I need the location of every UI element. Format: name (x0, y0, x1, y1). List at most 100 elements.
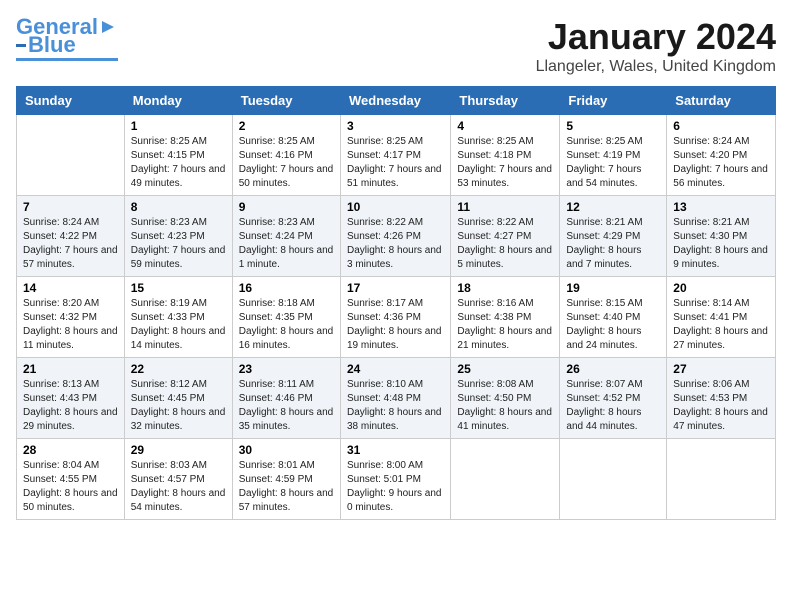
day-info: Sunrise: 8:17 AMSunset: 4:36 PMDaylight:… (347, 297, 444, 353)
day-info: Sunrise: 8:25 AMSunset: 4:18 PMDaylight:… (457, 135, 553, 191)
calendar-cell: 13Sunrise: 8:21 AMSunset: 4:30 PMDayligh… (667, 196, 776, 277)
day-info: Sunrise: 8:20 AMSunset: 4:32 PMDaylight:… (23, 297, 118, 353)
day-number: 14 (23, 281, 118, 295)
month-title: January 2024 (536, 16, 776, 58)
calendar-week-5: 28Sunrise: 8:04 AMSunset: 4:55 PMDayligh… (17, 439, 776, 520)
weekday-header-friday: Friday (560, 87, 667, 115)
calendar-cell (17, 115, 125, 196)
day-number: 1 (131, 119, 226, 133)
day-info: Sunrise: 8:06 AMSunset: 4:53 PMDaylight:… (673, 378, 769, 434)
calendar-cell: 9Sunrise: 8:23 AMSunset: 4:24 PMDaylight… (232, 196, 340, 277)
day-number: 19 (566, 281, 660, 295)
logo-underline (16, 58, 118, 61)
day-number: 3 (347, 119, 444, 133)
day-info: Sunrise: 8:21 AMSunset: 4:30 PMDaylight:… (673, 216, 769, 272)
day-info: Sunrise: 8:13 AMSunset: 4:43 PMDaylight:… (23, 378, 118, 434)
weekday-header-wednesday: Wednesday (340, 87, 450, 115)
calendar-cell: 26 Sunrise: 8:07 AMSunset: 4:52 PMDayligh… (560, 358, 667, 439)
weekday-header-thursday: Thursday (451, 87, 560, 115)
day-number: 2 (239, 119, 334, 133)
day-info: Sunrise: 8:18 AMSunset: 4:35 PMDaylight:… (239, 297, 334, 353)
calendar-cell: 2 Sunrise: 8:25 AMSunset: 4:16 PMDaylight… (232, 115, 340, 196)
calendar-cell: 10Sunrise: 8:22 AMSunset: 4:26 PMDayligh… (340, 196, 450, 277)
day-info: Sunrise: 8:15 AMSunset: 4:40 PMDaylight:… (566, 297, 660, 353)
calendar-cell: 31Sunrise: 8:00 AMSunset: 5:01 PMDayligh… (340, 439, 450, 520)
day-number: 23 (239, 362, 334, 376)
day-info: Sunrise: 8:11 AMSunset: 4:46 PMDaylight:… (239, 378, 334, 434)
day-info: Sunrise: 8:04 AMSunset: 4:55 PMDaylight:… (23, 459, 118, 515)
day-info: Sunrise: 8:24 AMSunset: 4:22 PMDaylight:… (23, 216, 118, 272)
day-info: Sunrise: 8:08 AMSunset: 4:50 PMDaylight:… (457, 378, 553, 434)
calendar-cell (667, 439, 776, 520)
calendar-cell: 1 Sunrise: 8:25 AMSunset: 4:15 PMDaylight… (124, 115, 232, 196)
day-number: 16 (239, 281, 334, 295)
calendar-cell: 4 Sunrise: 8:25 AMSunset: 4:18 PMDaylight… (451, 115, 560, 196)
logo: General Blue (16, 16, 118, 61)
day-number: 18 (457, 281, 553, 295)
day-number: 6 (673, 119, 769, 133)
day-info: Sunrise: 8:21 AMSunset: 4:29 PMDaylight:… (566, 216, 660, 272)
day-number: 27 (673, 362, 769, 376)
day-number: 4 (457, 119, 553, 133)
day-number: 11 (457, 200, 553, 214)
day-info: Sunrise: 8:19 AMSunset: 4:33 PMDaylight:… (131, 297, 226, 353)
day-number: 25 (457, 362, 553, 376)
calendar-week-1: 1 Sunrise: 8:25 AMSunset: 4:15 PMDaylight… (17, 115, 776, 196)
calendar-cell: 23 Sunrise: 8:11 AMSunset: 4:46 PMDayligh… (232, 358, 340, 439)
day-number: 26 (566, 362, 660, 376)
day-number: 9 (239, 200, 334, 214)
calendar-cell: 19 Sunrise: 8:15 AMSunset: 4:40 PMDayligh… (560, 277, 667, 358)
title-block: January 2024 Llangeler, Wales, United Ki… (536, 16, 776, 76)
calendar-cell: 3 Sunrise: 8:25 AMSunset: 4:17 PMDaylight… (340, 115, 450, 196)
day-number: 17 (347, 281, 444, 295)
calendar-cell: 16 Sunrise: 8:18 AMSunset: 4:35 PMDayligh… (232, 277, 340, 358)
calendar-cell: 8 Sunrise: 8:23 AMSunset: 4:23 PMDaylight… (124, 196, 232, 277)
day-info: Sunrise: 8:12 AMSunset: 4:45 PMDaylight:… (131, 378, 226, 434)
day-info: Sunrise: 8:25 AMSunset: 4:17 PMDaylight:… (347, 135, 444, 191)
day-number: 21 (23, 362, 118, 376)
day-number: 8 (131, 200, 226, 214)
day-number: 15 (131, 281, 226, 295)
day-info: Sunrise: 8:25 AMSunset: 4:15 PMDaylight:… (131, 135, 226, 191)
calendar-cell: 24 Sunrise: 8:10 AMSunset: 4:48 PMDayligh… (340, 358, 450, 439)
day-number: 24 (347, 362, 444, 376)
calendar-table: SundayMondayTuesdayWednesdayThursdayFrid… (16, 86, 776, 520)
weekday-header-saturday: Saturday (667, 87, 776, 115)
calendar-cell: 22 Sunrise: 8:12 AMSunset: 4:45 PMDayligh… (124, 358, 232, 439)
calendar-cell: 27 Sunrise: 8:06 AMSunset: 4:53 PMDayligh… (667, 358, 776, 439)
calendar-cell: 29Sunrise: 8:03 AMSunset: 4:57 PMDayligh… (124, 439, 232, 520)
calendar-cell: 17 Sunrise: 8:17 AMSunset: 4:36 PMDayligh… (340, 277, 450, 358)
day-info: Sunrise: 8:14 AMSunset: 4:41 PMDaylight:… (673, 297, 769, 353)
calendar-week-2: 7Sunrise: 8:24 AMSunset: 4:22 PMDaylight… (17, 196, 776, 277)
calendar-cell: 30Sunrise: 8:01 AMSunset: 4:59 PMDayligh… (232, 439, 340, 520)
calendar-week-4: 21 Sunrise: 8:13 AMSunset: 4:43 PMDayligh… (17, 358, 776, 439)
day-info: Sunrise: 8:23 AMSunset: 4:23 PMDaylight:… (131, 216, 226, 272)
logo-arrow-icon (98, 17, 118, 37)
day-info: Sunrise: 8:07 AMSunset: 4:52 PMDaylight:… (566, 378, 660, 434)
page-header: General Blue January 2024 Llangeler, Wal… (16, 16, 776, 76)
calendar-cell: 18Sunrise: 8:16 AMSunset: 4:38 PMDayligh… (451, 277, 560, 358)
day-info: Sunrise: 8:03 AMSunset: 4:57 PMDaylight:… (131, 459, 226, 515)
calendar-cell: 20Sunrise: 8:14 AMSunset: 4:41 PMDayligh… (667, 277, 776, 358)
day-info: Sunrise: 8:22 AMSunset: 4:27 PMDaylight:… (457, 216, 553, 272)
weekday-header-row: SundayMondayTuesdayWednesdayThursdayFrid… (17, 87, 776, 115)
calendar-cell: 5Sunrise: 8:25 AMSunset: 4:19 PMDaylight… (560, 115, 667, 196)
weekday-header-sunday: Sunday (17, 87, 125, 115)
calendar-cell (560, 439, 667, 520)
location: Llangeler, Wales, United Kingdom (536, 58, 776, 76)
calendar-week-3: 14 Sunrise: 8:20 AMSunset: 4:32 PMDayligh… (17, 277, 776, 358)
day-info: Sunrise: 8:25 AMSunset: 4:16 PMDaylight:… (239, 135, 334, 191)
day-info: Sunrise: 8:10 AMSunset: 4:48 PMDaylight:… (347, 378, 444, 434)
calendar-cell: 28Sunrise: 8:04 AMSunset: 4:55 PMDayligh… (17, 439, 125, 520)
calendar-cell: 11 Sunrise: 8:22 AMSunset: 4:27 PMDayligh… (451, 196, 560, 277)
calendar-cell: 25 Sunrise: 8:08 AMSunset: 4:50 PMDayligh… (451, 358, 560, 439)
day-number: 31 (347, 443, 444, 457)
day-number: 5 (566, 119, 660, 133)
day-number: 10 (347, 200, 444, 214)
calendar-cell (451, 439, 560, 520)
day-number: 22 (131, 362, 226, 376)
calendar-cell: 14 Sunrise: 8:20 AMSunset: 4:32 PMDayligh… (17, 277, 125, 358)
weekday-header-monday: Monday (124, 87, 232, 115)
calendar-cell: 15 Sunrise: 8:19 AMSunset: 4:33 PMDayligh… (124, 277, 232, 358)
day-info: Sunrise: 8:01 AMSunset: 4:59 PMDaylight:… (239, 459, 334, 515)
